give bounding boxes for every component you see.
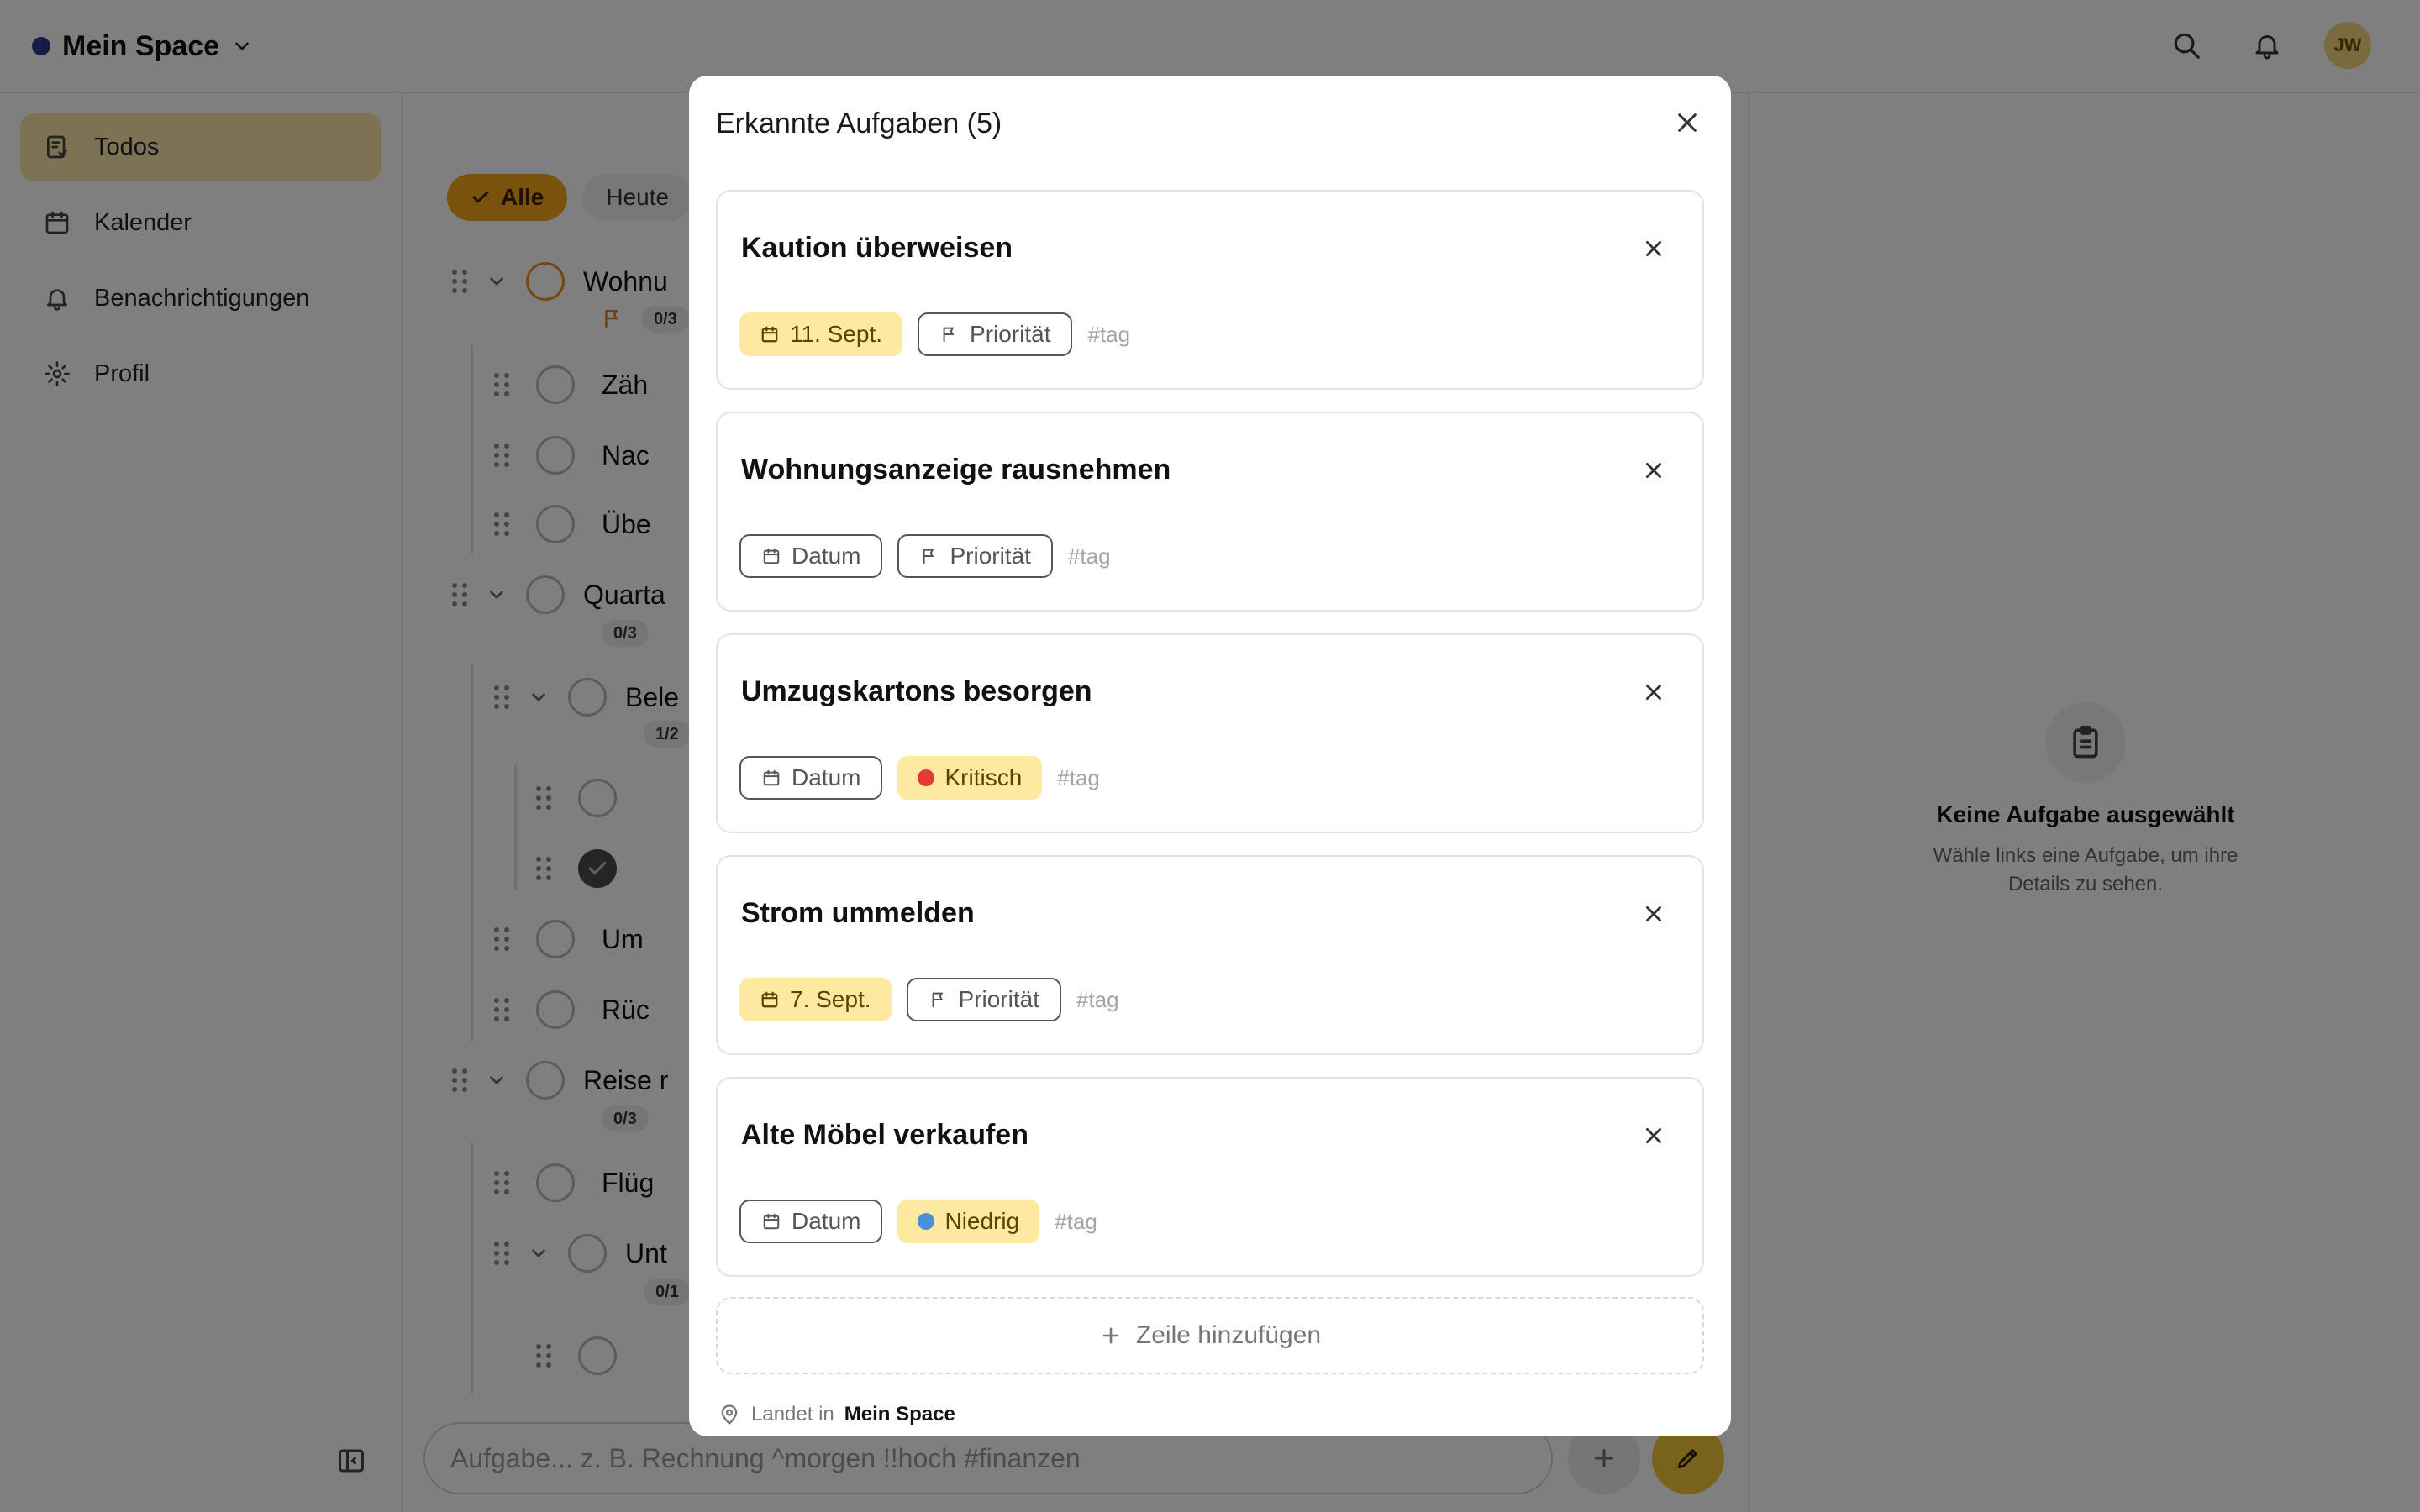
remove-card-button[interactable] [1639,899,1669,929]
plus-icon [1102,1327,1119,1344]
remove-card-button[interactable] [1639,234,1669,264]
priority-label: Priorität [958,986,1039,1012]
detected-task-card: Umzugskartons besorgen Datum Kritisch #t… [716,633,1704,833]
date-pill[interactable]: Datum [739,1200,883,1243]
dialog-title: Erkannte Aufgaben (5) [716,108,1002,139]
priority-label: Kritisch [944,764,1023,790]
date-label: 11. Sept. [790,321,883,347]
close-icon [1646,906,1661,921]
priority-pill[interactable]: Niedrig [897,1200,1040,1243]
critical-priority-dot [918,769,935,786]
remove-card-button[interactable] [1639,455,1669,486]
detected-task-card: Strom ummelden 7. Sept. Priorität #tag [716,855,1704,1055]
priority-pill[interactable]: Priorität [897,534,1053,578]
date-label: 7. Sept. [790,986,871,1012]
card-task-title[interactable]: Kaution überweisen [741,232,1013,265]
add-row-button[interactable]: Zeile hinzufügen [716,1297,1704,1374]
detected-task-card: Wohnungsanzeige rausnehmen Datum Priorit… [716,412,1704,612]
card-task-title[interactable]: Wohnungsanzeige rausnehmen [741,454,1171,486]
low-priority-dot [918,1213,935,1230]
flag-icon [919,546,939,566]
close-icon [1646,1128,1661,1143]
date-pill[interactable]: Datum [739,756,883,800]
landing-prefix: Landet in [751,1403,834,1425]
location-pin-icon [721,1404,738,1425]
card-task-title[interactable]: Alte Möbel verkaufen [741,1119,1028,1152]
date-label: Datum [792,1208,861,1234]
card-task-title[interactable]: Strom ummelden [741,897,975,930]
tag-input[interactable]: #tag [1055,1209,1097,1235]
close-icon [1646,241,1661,256]
remove-card-button[interactable] [1639,677,1669,707]
calendar-icon [761,1211,781,1231]
tag-input[interactable]: #tag [1068,543,1111,570]
calendar-icon [761,768,781,788]
tag-input[interactable]: #tag [1087,322,1130,348]
date-label: Datum [792,764,861,790]
date-label: Datum [792,543,861,569]
landing-info: Landet in Mein Space [718,1403,955,1426]
close-icon [1646,463,1661,478]
detected-task-card: Kaution überweisen 11. Sept. Priorität #… [716,190,1704,390]
detected-tasks-dialog: Erkannte Aufgaben (5) Kaution überweisen… [689,76,1731,1436]
date-pill[interactable]: 7. Sept. [739,978,892,1021]
detected-task-card: Alte Möbel verkaufen Datum Niedrig #tag [716,1077,1704,1277]
calendar-icon [761,546,781,566]
close-icon [1678,113,1697,132]
add-row-label: Zeile hinzufügen [1135,1321,1322,1349]
calendar-icon [760,990,780,1010]
priority-pill[interactable]: Priorität [918,312,1073,356]
tag-input[interactable]: #tag [1057,765,1100,791]
date-pill[interactable]: Datum [739,534,883,578]
flag-icon [939,324,960,344]
close-dialog-button[interactable] [1669,104,1706,141]
remove-card-button[interactable] [1639,1121,1669,1151]
tag-input[interactable]: #tag [1076,987,1119,1013]
priority-pill[interactable]: Priorität [906,978,1061,1021]
priority-pill[interactable]: Kritisch [897,756,1043,800]
landing-space-name[interactable]: Mein Space [844,1403,955,1426]
flag-icon [929,990,949,1010]
priority-label: Priorität [970,321,1051,347]
close-icon [1646,685,1661,700]
priority-label: Niedrig [944,1208,1020,1234]
calendar-icon [760,324,780,344]
card-task-title[interactable]: Umzugskartons besorgen [741,675,1092,708]
date-pill[interactable]: 11. Sept. [739,312,903,356]
priority-label: Priorität [950,543,1031,569]
